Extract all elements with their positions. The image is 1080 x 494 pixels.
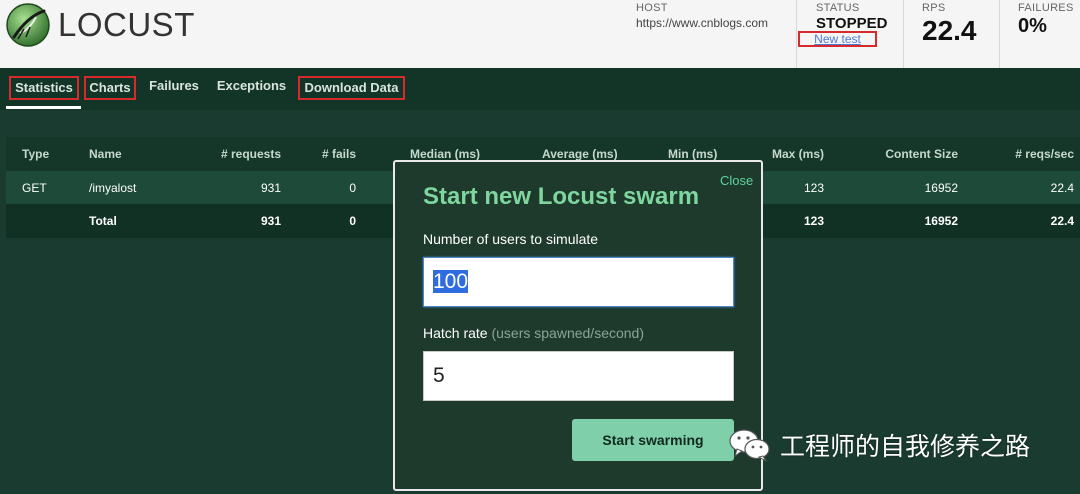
tab-bar: Statistics Charts Failures Exceptions Do… bbox=[0, 68, 1080, 110]
cell-fails: 0 bbox=[349, 214, 356, 228]
header-bar: LOCUST HOST https://www.cnblogs.com STAT… bbox=[0, 0, 1080, 68]
divider bbox=[796, 0, 797, 68]
divider bbox=[903, 0, 904, 68]
start-swarm-dialog: Close Start new Locust swarm Number of u… bbox=[393, 160, 763, 491]
cell-fails: 0 bbox=[349, 181, 356, 195]
column-header[interactable]: # requests bbox=[201, 137, 281, 171]
logo-text: LOCUST bbox=[58, 6, 195, 43]
hatch-rate-label: Hatch rate (users spawned/second) bbox=[423, 325, 644, 341]
users-label: Number of users to simulate bbox=[423, 231, 599, 247]
failures-value: 0% bbox=[1018, 15, 1047, 37]
column-header[interactable]: # fails bbox=[296, 137, 356, 171]
cell-reqs-sec: 22.4 bbox=[1050, 181, 1074, 195]
watermark: 工程师的自我修养之路 bbox=[728, 426, 1030, 464]
cell-name: Total bbox=[89, 214, 117, 228]
dialog-title: Start new Locust swarm bbox=[423, 183, 700, 210]
column-header[interactable]: # reqs/sec bbox=[986, 137, 1074, 171]
failures-box: FAILURES 0% bbox=[1018, 0, 1074, 68]
cell-requests: 931 bbox=[260, 214, 281, 228]
host-label: HOST bbox=[636, 2, 668, 14]
cell-type: GET bbox=[22, 181, 47, 195]
close-link[interactable]: Close bbox=[720, 173, 753, 188]
users-input[interactable]: 100 bbox=[423, 257, 734, 307]
cell-content-size: 16952 bbox=[924, 214, 958, 228]
tab-exceptions[interactable]: Exceptions bbox=[211, 76, 292, 100]
cell-name: /imyalost bbox=[89, 181, 137, 195]
hatch-rate-input-value: 5 bbox=[433, 364, 445, 387]
locust-logo-icon bbox=[6, 3, 50, 47]
host-box: HOST https://www.cnblogs.com bbox=[636, 0, 768, 68]
users-input-value: 100 bbox=[433, 270, 469, 293]
status-value: STOPPED bbox=[816, 15, 888, 32]
failures-label: FAILURES bbox=[1018, 2, 1074, 14]
divider bbox=[999, 0, 1000, 68]
hatch-rate-input[interactable]: 5 bbox=[423, 351, 734, 401]
hatch-rate-label-text: Hatch rate bbox=[423, 325, 488, 341]
tab-charts[interactable]: Charts bbox=[84, 76, 136, 100]
status-label: STATUS bbox=[816, 2, 860, 14]
column-header[interactable]: Name bbox=[89, 137, 122, 171]
cell-content-size: 16952 bbox=[924, 181, 958, 195]
rps-value: 22.4 bbox=[922, 15, 977, 46]
cell-requests: 931 bbox=[260, 181, 281, 195]
active-tab-indicator bbox=[6, 106, 81, 109]
cell-reqs-sec: 22.4 bbox=[1050, 214, 1074, 228]
tab-download-data[interactable]: Download Data bbox=[298, 76, 405, 100]
new-test-link[interactable]: New test bbox=[798, 31, 877, 47]
watermark-text: 工程师的自我修养之路 bbox=[780, 432, 1031, 461]
host-value: https://www.cnblogs.com bbox=[636, 16, 769, 30]
tab-failures[interactable]: Failures bbox=[143, 76, 205, 100]
tab-statistics[interactable]: Statistics bbox=[9, 76, 79, 100]
rps-label: RPS bbox=[922, 2, 946, 14]
hatch-rate-hint: (users spawned/second) bbox=[491, 325, 645, 341]
start-swarming-button[interactable]: Start swarming bbox=[572, 419, 734, 461]
wechat-icon bbox=[729, 429, 770, 463]
rps-box: RPS 22.4 bbox=[922, 0, 977, 68]
column-header[interactable]: Type bbox=[22, 137, 49, 171]
locust-logo: LOCUST bbox=[6, 3, 195, 47]
column-header[interactable]: Content Size bbox=[858, 137, 958, 171]
